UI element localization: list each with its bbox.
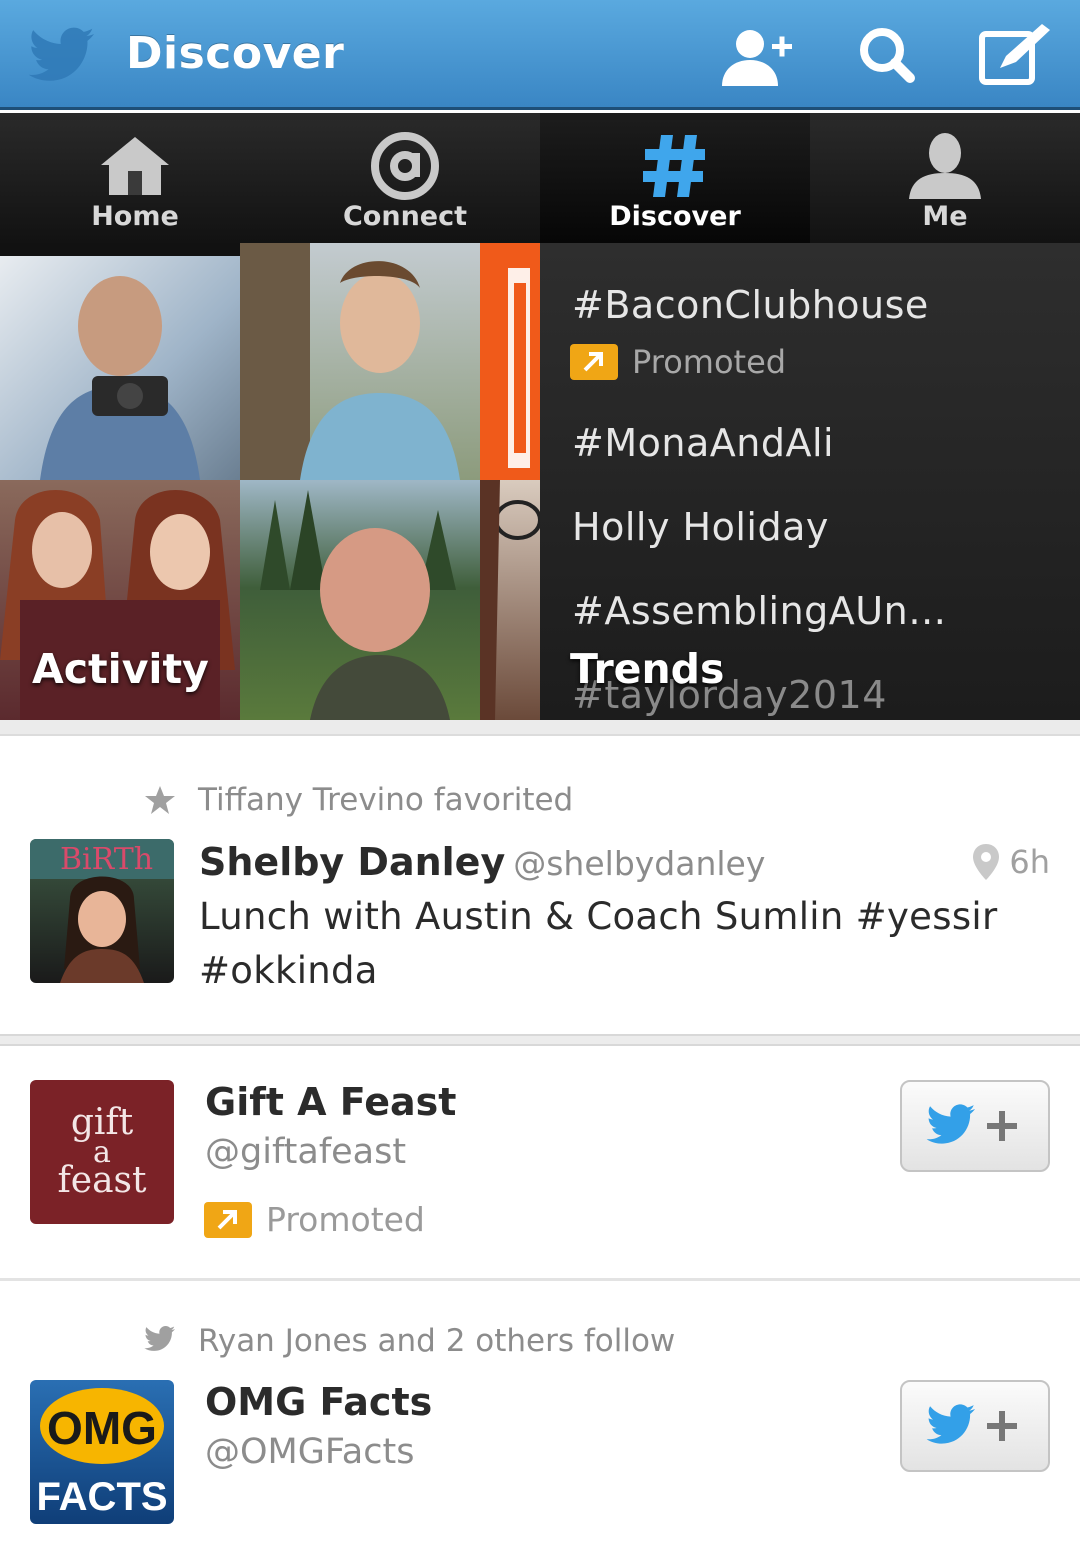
account-name[interactable]: Gift A Feast	[205, 1080, 456, 1124]
promoted-indicator: Promoted	[570, 343, 786, 381]
tweet-context: Tiffany Trevino favorited	[144, 782, 573, 818]
activity-panel[interactable]: Activity	[0, 243, 540, 720]
divider	[0, 1034, 1080, 1046]
promoted-arrow-icon	[570, 344, 618, 380]
account-handle: @giftafeast	[205, 1132, 407, 1172]
account-context: Ryan Jones and 2 others follow	[144, 1323, 675, 1359]
home-icon	[95, 131, 175, 201]
compose-button[interactable]	[974, 22, 1054, 90]
activity-photo	[480, 480, 540, 720]
tab-me-label: Me	[922, 201, 968, 232]
tab-discover-label: Discover	[609, 201, 741, 232]
tweet-author[interactable]: Shelby Danley @shelbydanley	[199, 840, 765, 884]
divider	[0, 1278, 1080, 1281]
tab-home[interactable]: Home	[0, 113, 270, 243]
search-button[interactable]	[850, 22, 930, 90]
trends-label: Trends	[570, 645, 725, 693]
tab-me[interactable]: Me	[810, 113, 1080, 243]
trend-item[interactable]: #BaconClubhouse	[572, 283, 929, 327]
hashtag-icon	[635, 131, 715, 201]
location-pin-icon	[971, 842, 1001, 882]
tab-discover[interactable]: Discover	[540, 113, 810, 243]
tweet-text: Lunch with Austin & Coach Sumlin #yessir…	[199, 895, 998, 992]
page-title: Discover	[126, 28, 345, 79]
avatar[interactable]: OMG FACTS	[30, 1380, 174, 1524]
tab-connect-label: Connect	[342, 201, 468, 232]
avatar[interactable]: gift a feast	[30, 1080, 174, 1224]
activity-photo	[480, 243, 540, 480]
follow-button[interactable]	[900, 1380, 1050, 1472]
follow-bird-icon	[926, 1404, 1017, 1444]
account-handle: @OMGFacts	[205, 1432, 415, 1472]
tweet-timestamp: 6h	[1009, 843, 1050, 881]
search-icon	[860, 28, 915, 83]
account-context-text: Ryan Jones and 2 others follow	[198, 1323, 676, 1359]
trend-item[interactable]: Holly Holiday	[572, 505, 829, 549]
trends-panel[interactable]: #BaconClubhouse Promoted #MonaAndAli Hol…	[540, 243, 1080, 720]
avatar[interactable]: BiRTh	[30, 839, 174, 983]
tweet-meta: 6h	[971, 842, 1050, 882]
promoted-arrow-icon	[204, 1201, 252, 1238]
compose-icon	[979, 24, 1050, 85]
person-icon	[905, 131, 985, 201]
discover-panels: Activity #BaconClubhouse Promoted #MonaA…	[0, 243, 1080, 720]
tab-bar: Home Connect Discover Me	[0, 113, 1080, 243]
activity-photo	[240, 480, 480, 720]
promoted-label: Promoted	[632, 343, 787, 381]
at-icon	[365, 131, 445, 201]
activity-photo	[240, 243, 480, 480]
tab-home-label: Home	[91, 201, 179, 232]
follow-bird-icon	[926, 1104, 1017, 1144]
trend-item[interactable]: #AssemblingAUn…	[572, 589, 947, 633]
promoted-label: Promoted	[266, 1200, 425, 1239]
logo-text: OMG	[47, 1402, 157, 1454]
divider	[0, 720, 1080, 736]
star-icon	[144, 784, 176, 816]
tweet-context-text: Tiffany Trevino favorited	[198, 782, 574, 818]
follow-button[interactable]	[900, 1080, 1050, 1172]
logo-text: feast	[57, 1160, 147, 1201]
promoted-indicator: Promoted	[204, 1200, 425, 1239]
tweet-author-handle: @shelbydanley	[513, 844, 766, 883]
add-user-button[interactable]	[716, 22, 796, 90]
account-name[interactable]: OMG Facts	[205, 1380, 432, 1424]
twitter-bird-small-icon	[144, 1325, 176, 1357]
activity-label: Activity	[32, 645, 209, 693]
trend-item[interactable]: #MonaAndAli	[572, 421, 834, 465]
tweet-author-name: Shelby Danley	[199, 840, 506, 884]
tab-connect[interactable]: Connect	[270, 113, 540, 243]
action-bar: Discover	[0, 0, 1080, 110]
svg-text:BiRTh: BiRTh	[60, 842, 153, 877]
twitter-bird-icon[interactable]	[28, 26, 98, 86]
logo-text: FACTS	[36, 1475, 167, 1519]
add-user-icon	[722, 30, 792, 86]
activity-photo	[0, 256, 240, 480]
